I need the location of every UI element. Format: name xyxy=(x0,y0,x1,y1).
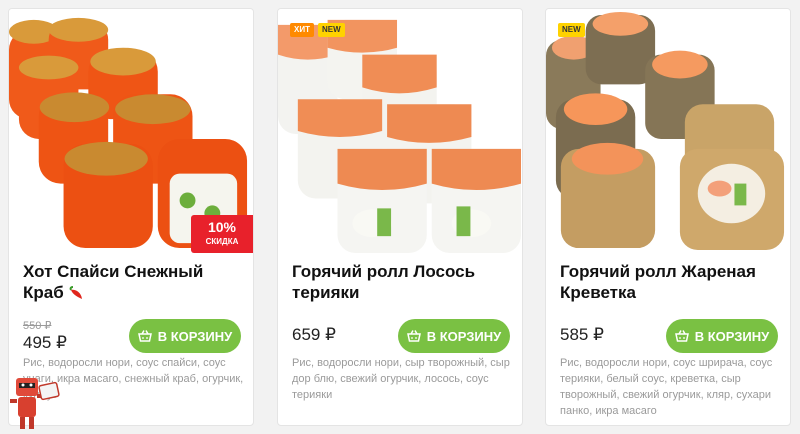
price: 659 ₽ xyxy=(292,325,336,344)
product-image[interactable]: 10% СКИДКА xyxy=(9,9,253,255)
discount-label: СКИДКА xyxy=(205,237,239,246)
new-badge: NEW xyxy=(318,23,345,37)
basket-icon xyxy=(137,330,152,342)
sushi-photo-salmon-teriyaki xyxy=(278,19,522,254)
add-to-cart-label: В КОРЗИНУ xyxy=(157,328,233,344)
basket-icon xyxy=(674,330,689,342)
product-card: ХИТ NEW Горячий ролл Лосось терияки 659 … xyxy=(277,8,523,426)
product-title[interactable]: Хот Спайси Снежный Краб xyxy=(23,261,243,303)
discount-badge: 10% СКИДКА xyxy=(191,215,253,253)
product-title-text: Хот Спайси Снежный Краб xyxy=(23,262,204,302)
product-image[interactable]: NEW xyxy=(546,9,790,255)
product-grid: 10% СКИДКА Хот Спайси Снежный Краб 550 ₽… xyxy=(0,0,800,434)
product-description: Рис, водоросли нори, сыр творожный, сыр … xyxy=(292,357,510,401)
product-title[interactable]: Горячий ролл Жареная Креветка xyxy=(560,261,780,303)
basket-icon xyxy=(406,330,421,342)
price: 585 ₽ xyxy=(560,325,604,344)
hit-badge: ХИТ xyxy=(290,23,314,37)
product-card: 10% СКИДКА Хот Спайси Снежный Краб 550 ₽… xyxy=(8,8,254,426)
new-badge: NEW xyxy=(558,23,585,37)
add-to-cart-button[interactable]: В КОРЗИНУ xyxy=(129,319,241,353)
product-description: Рис, водоросли нори, соус шрирача, соус … xyxy=(560,357,773,417)
product-card: NEW Горячий ролл Жареная Креветка 585 ₽ … xyxy=(545,8,791,426)
add-to-cart-button[interactable]: В КОРЗИНУ xyxy=(398,319,510,353)
discount-percent: 10% xyxy=(207,219,237,235)
sushi-photo-fried-shrimp xyxy=(546,11,785,251)
chili-pepper-icon xyxy=(70,286,83,299)
product-image[interactable]: ХИТ NEW xyxy=(278,9,522,255)
price: 495 ₽ xyxy=(23,333,67,352)
mascot-chat-widget-icon[interactable] xyxy=(6,372,62,432)
add-to-cart-label: В КОРЗИНУ xyxy=(694,328,770,344)
old-price: 550 ₽ xyxy=(23,320,52,332)
add-to-cart-label: В КОРЗИНУ xyxy=(426,328,502,344)
add-to-cart-button[interactable]: В КОРЗИНУ xyxy=(666,319,778,353)
product-title[interactable]: Горячий ролл Лосось терияки xyxy=(292,261,512,303)
